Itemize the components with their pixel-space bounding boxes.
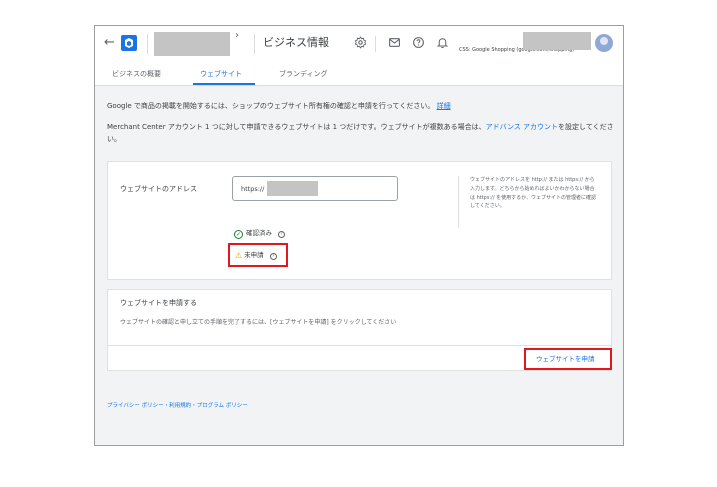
url-prefix: https:// bbox=[241, 185, 265, 193]
profile-name-redacted bbox=[523, 32, 591, 50]
claim-website-card: ウェブサイトを申請する ウェブサイトの確認と申し立ての手順を完了するには、[ウェ… bbox=[107, 289, 612, 371]
claim-card-description: ウェブサイトの確認と申し立ての手順を完了するには、[ウェブサイトを申請] をクリ… bbox=[120, 319, 397, 326]
chevron-right-icon[interactable]: › bbox=[235, 30, 239, 41]
mail-icon[interactable] bbox=[387, 36, 401, 50]
help-icon[interactable]: ? bbox=[278, 231, 285, 238]
header-divider bbox=[147, 34, 148, 54]
status-verified: ✓ 確認済み? bbox=[234, 228, 285, 239]
advanced-account-link[interactable]: アドバンス アカウント bbox=[486, 123, 558, 131]
merchant-center-logo bbox=[121, 35, 137, 51]
highlight-box-claim: ウェブサイトを申請 bbox=[524, 348, 612, 370]
settings-icon[interactable] bbox=[353, 36, 367, 50]
app-header: ← › ビジネス情報 CSS: Google Shopping (google.… bbox=[95, 26, 623, 63]
tab-website[interactable]: ウェブサイト bbox=[200, 69, 242, 79]
check-circle-icon: ✓ bbox=[234, 230, 243, 239]
claim-card-title: ウェブサイトを申請する bbox=[120, 299, 197, 307]
vertical-divider bbox=[458, 176, 459, 228]
card-divider bbox=[108, 345, 611, 346]
url-redacted bbox=[267, 181, 318, 196]
browser-frame: ← › ビジネス情報 CSS: Google Shopping (google.… bbox=[94, 25, 624, 446]
intro-line: Merchant Center アカウント 1 つに対して申請できるウェブサイト… bbox=[107, 123, 486, 131]
page-title: ビジネス情報 bbox=[263, 36, 329, 49]
notifications-icon[interactable] bbox=[435, 36, 449, 50]
intro-line: Google で商品の掲載を開始するには、ショップのウェブサイト所有権の確認と申… bbox=[107, 102, 435, 110]
website-address-label: ウェブサイトのアドレス bbox=[120, 185, 197, 193]
website-help-text: ウェブサイトのアドレスを http:// または https:// から入力しま… bbox=[470, 177, 597, 210]
status-unclaimed: ⚠ 未申請? bbox=[235, 250, 277, 261]
highlight-box-unclaimed: ⚠ 未申請? bbox=[228, 243, 288, 267]
avatar[interactable] bbox=[595, 34, 613, 52]
help-icon[interactable] bbox=[411, 36, 425, 50]
terms-link[interactable]: 利用規約 bbox=[169, 403, 191, 409]
intro-text: Google で商品の掲載を開始するには、ショップのウェブサイト所有権の確認と申… bbox=[107, 100, 451, 112]
account-name-redacted[interactable] bbox=[154, 32, 230, 56]
help-icon[interactable]: ? bbox=[269, 253, 277, 260]
privacy-policy-link[interactable]: プライバシー ポリシー bbox=[107, 403, 164, 409]
website-url-input[interactable]: https:// bbox=[232, 176, 398, 201]
active-tab-indicator bbox=[193, 83, 255, 85]
tabs-bar bbox=[95, 63, 623, 86]
intro-text-advanced: Merchant Center アカウント 1 つに対して申請できるウェブサイト… bbox=[107, 121, 617, 145]
warning-icon: ⚠ bbox=[235, 251, 243, 260]
back-arrow-icon[interactable]: ← bbox=[104, 36, 115, 50]
tab-branding[interactable]: ブランディング bbox=[279, 69, 328, 79]
footer-links: プライバシー ポリシー・利用規約・プログラム ポリシー bbox=[107, 402, 248, 410]
website-address-card: ウェブサイトのアドレス https:// ウェブサイトのアドレスを http:/… bbox=[107, 161, 612, 280]
learn-more-link[interactable]: 詳細 bbox=[437, 102, 451, 110]
program-policy-link[interactable]: プログラム ポリシー bbox=[197, 403, 248, 409]
status-unclaimed-label: 未申請 bbox=[244, 251, 264, 259]
tab-business-overview[interactable]: ビジネスの概要 bbox=[112, 69, 161, 79]
header-divider bbox=[375, 36, 376, 52]
status-verified-label: 確認済み bbox=[246, 229, 272, 237]
header-divider bbox=[254, 34, 255, 54]
claim-website-button[interactable]: ウェブサイトを申請 bbox=[536, 355, 595, 364]
